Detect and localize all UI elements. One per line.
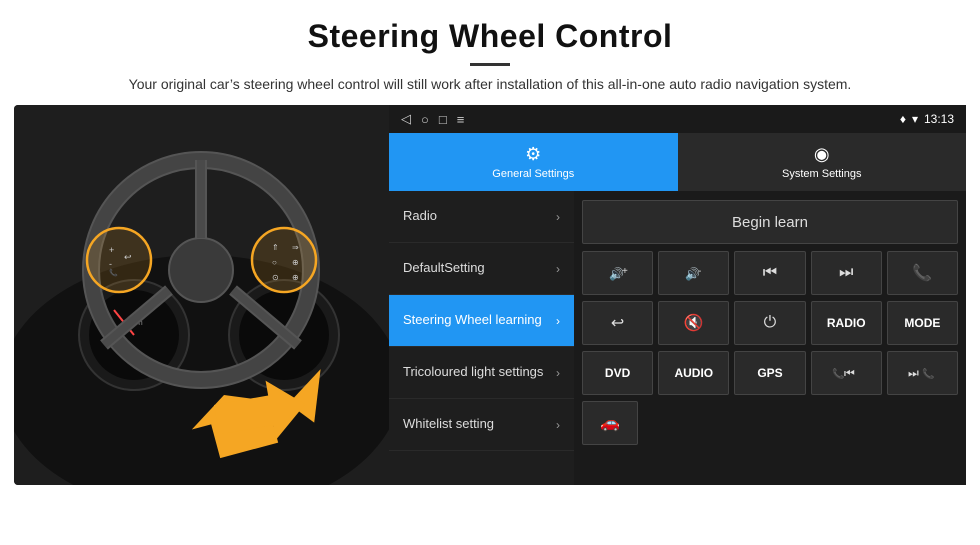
signal-icon: ▾: [912, 112, 918, 126]
chevron-icon: ›: [556, 366, 560, 380]
dvd-button[interactable]: DVD: [582, 351, 653, 395]
status-indicators: ♦ ▾ 13:13: [900, 112, 954, 126]
left-menu: Radio › DefaultSetting › Steering Wheel …: [389, 191, 574, 485]
radio-button[interactable]: RADIO: [811, 301, 882, 345]
mode-button[interactable]: MODE: [887, 301, 958, 345]
mute-button[interactable]: 🔇: [658, 301, 729, 345]
control-grid-row3: DVD AUDIO GPS 📞⏮ ⏭📞: [582, 351, 958, 395]
home-icon[interactable]: ○: [421, 112, 429, 127]
phone-button[interactable]: 📞: [887, 251, 958, 295]
call-next-button[interactable]: ⏭📞: [887, 351, 958, 395]
chevron-icon: ›: [556, 262, 560, 276]
menu-item-tricoloured[interactable]: Tricoloured light settings ›: [389, 347, 574, 399]
back-call-button[interactable]: ↩: [582, 301, 653, 345]
menu-item-whitelist[interactable]: Whitelist setting ›: [389, 399, 574, 451]
head-unit: ◁ ○ □ ≡ ♦ ▾ 13:13 ⚙ General Settings: [389, 105, 966, 485]
svg-text:⊙: ⊙: [272, 273, 279, 282]
settings-panel: Radio › DefaultSetting › Steering Wheel …: [389, 191, 966, 485]
header: Steering Wheel Control Your original car…: [0, 0, 980, 105]
menu-item-default-setting[interactable]: DefaultSetting ›: [389, 243, 574, 295]
svg-text:📞: 📞: [109, 268, 118, 277]
svg-text:-: -: [109, 259, 112, 269]
vol-up-button[interactable]: 🔊+: [582, 251, 653, 295]
svg-text:📞: 📞: [922, 367, 935, 380]
tabs-container: ⚙ General Settings ◉ System Settings: [389, 133, 966, 191]
chevron-icon: ›: [556, 418, 560, 432]
menu-item-steering-wheel[interactable]: Steering Wheel learning ›: [389, 295, 574, 347]
prev-track-button[interactable]: ⏮: [734, 251, 805, 295]
svg-text:+: +: [622, 266, 628, 277]
svg-text:⇒: ⇒: [292, 243, 299, 252]
recent-icon[interactable]: □: [439, 112, 447, 127]
main-content: km/h +: [14, 105, 966, 485]
system-icon: ◉: [814, 144, 830, 165]
right-controls: Begin learn 🔊+ 🔊- ⏮ ⏭ 📞: [574, 191, 966, 485]
steering-wheel-area: km/h +: [14, 105, 389, 485]
audio-button[interactable]: AUDIO: [658, 351, 729, 395]
title-divider: [470, 63, 510, 66]
car-icon-button[interactable]: 🚗: [582, 401, 638, 445]
next-track-button[interactable]: ⏭: [811, 251, 882, 295]
svg-text:⊕: ⊕: [292, 273, 299, 282]
call-prev-button[interactable]: 📞⏮: [811, 351, 882, 395]
power-button[interactable]: ⏻: [734, 301, 805, 345]
tab-general-settings[interactable]: ⚙ General Settings: [389, 133, 678, 191]
gps-button[interactable]: GPS: [734, 351, 805, 395]
control-grid-row2: ↩ 🔇 ⏻ RADIO MODE: [582, 301, 958, 345]
page-title: Steering Wheel Control: [60, 18, 920, 55]
begin-learn-button[interactable]: Begin learn: [582, 200, 958, 244]
vol-down-button[interactable]: 🔊-: [658, 251, 729, 295]
svg-text:⏭: ⏭: [908, 366, 919, 380]
svg-text:+: +: [109, 245, 114, 255]
svg-text:⇑: ⇑: [272, 243, 279, 252]
control-grid-row1: 🔊+ 🔊- ⏮ ⏭ 📞: [582, 251, 958, 295]
chevron-icon: ›: [556, 210, 560, 224]
location-icon: ♦: [900, 112, 906, 126]
page-container: Steering Wheel Control Your original car…: [0, 0, 980, 485]
control-grid-row4: 🚗: [582, 401, 958, 445]
svg-text:↩: ↩: [124, 252, 132, 262]
svg-text:⏮: ⏮: [844, 366, 855, 380]
menu-icon[interactable]: ≡: [457, 112, 465, 127]
header-subtitle: Your original car’s steering wheel contr…: [115, 74, 865, 95]
back-icon[interactable]: ◁: [401, 111, 411, 127]
svg-text:○: ○: [272, 258, 277, 267]
svg-text:⊕: ⊕: [292, 258, 299, 267]
menu-item-radio[interactable]: Radio ›: [389, 191, 574, 243]
tab-system-settings[interactable]: ◉ System Settings: [678, 133, 967, 191]
begin-learn-row: Begin learn: [582, 199, 958, 245]
chevron-icon: ›: [556, 314, 560, 328]
svg-text:-: -: [698, 266, 701, 277]
gear-icon: ⚙: [525, 144, 541, 165]
time-display: 13:13: [924, 112, 954, 126]
nav-icons: ◁ ○ □ ≡: [401, 111, 464, 127]
status-bar: ◁ ○ □ ≡ ♦ ▾ 13:13: [389, 105, 966, 133]
